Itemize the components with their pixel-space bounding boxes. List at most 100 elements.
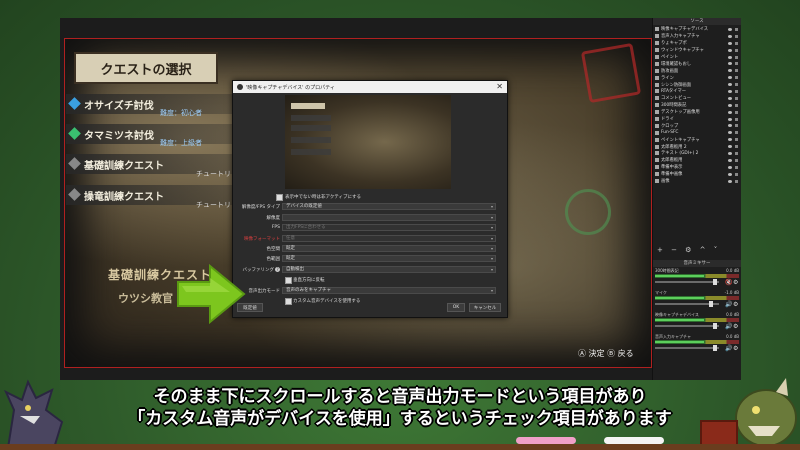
eye-icon[interactable] (728, 179, 732, 183)
source-item[interactable]: ウィンドウキャプチャ (653, 47, 741, 54)
speaker-muted-icon[interactable]: 🔇 (725, 279, 732, 286)
lock-icon[interactable] (735, 117, 738, 121)
help-icon[interactable]: ? (275, 266, 280, 272)
source-item[interactable]: 太郎看板用 (653, 157, 741, 164)
gear-icon[interactable]: ⚙ (733, 345, 738, 352)
lock-icon[interactable] (735, 96, 738, 100)
lock-icon[interactable] (735, 158, 738, 162)
select-field[interactable]: 音声のみをキャプチャ ▾ (282, 286, 496, 294)
eye-icon[interactable] (728, 41, 732, 45)
lock-icon[interactable] (735, 55, 738, 59)
quest-item-2[interactable]: タマミツネ討伐 (66, 124, 236, 144)
eye-icon[interactable] (728, 138, 732, 142)
source-item[interactable]: 環境確認もおし (653, 60, 741, 67)
eye-icon[interactable] (728, 62, 732, 66)
source-item[interactable]: 音声入力キャプチャ (653, 33, 741, 40)
eye-icon[interactable] (728, 165, 732, 169)
lock-icon[interactable] (735, 124, 738, 128)
eye-icon[interactable] (728, 103, 732, 107)
eye-icon[interactable] (728, 76, 732, 80)
source-item[interactable]: 画像 (653, 178, 741, 185)
source-item[interactable]: コメントビュー (653, 95, 741, 102)
speaker-icon[interactable]: 🔊 (725, 345, 732, 352)
eye-icon[interactable] (728, 158, 732, 162)
source-item[interactable]: Fun-SFC (653, 129, 741, 136)
source-item[interactable]: ペイントキャプチャ (653, 136, 741, 143)
eye-icon[interactable] (728, 48, 732, 52)
source-item[interactable]: 準備中表示 (653, 164, 741, 171)
lock-icon[interactable] (735, 145, 738, 149)
lock-icon[interactable] (735, 138, 738, 142)
lock-icon[interactable] (735, 34, 738, 38)
select-field[interactable]: 任意 ▾ (282, 234, 496, 242)
lock-icon[interactable] (735, 131, 738, 135)
checkbox[interactable] (276, 194, 283, 201)
eye-icon[interactable] (728, 83, 732, 87)
source-item[interactable]: シシン防御画面 (653, 81, 741, 88)
slider-handle[interactable] (709, 301, 713, 307)
eye-icon[interactable] (728, 28, 732, 31)
source-item[interactable]: 準備中画像 (653, 171, 741, 178)
eye-icon[interactable] (728, 145, 732, 149)
select-field[interactable]: ▾ (282, 213, 496, 221)
select-field[interactable]: 既定 ▾ (282, 255, 496, 263)
lock-icon[interactable] (735, 90, 738, 94)
source-item[interactable]: りょキャプポ (653, 40, 741, 47)
source-item[interactable]: 映像キャプチャデバイス (653, 26, 741, 33)
lock-icon[interactable] (735, 41, 738, 45)
gear-icon[interactable]: ⚙ (733, 323, 738, 330)
eye-icon[interactable] (728, 172, 732, 176)
eye-icon[interactable] (728, 69, 732, 73)
gear-icon[interactable]: ⚙ (733, 279, 738, 286)
eye-icon[interactable] (728, 96, 732, 100)
volume-slider[interactable] (655, 325, 719, 327)
quest-item-1[interactable]: オサイズチ討伐 (66, 94, 236, 114)
slider-handle[interactable] (713, 279, 717, 285)
lock-icon[interactable] (735, 165, 738, 169)
eye-icon[interactable] (728, 124, 732, 128)
slider-handle[interactable] (713, 345, 717, 351)
source-item[interactable]: 太郎看板用 2 (653, 143, 741, 150)
lock-icon[interactable] (735, 69, 738, 73)
lock-icon[interactable] (735, 110, 738, 114)
source-item[interactable]: テキスト (GDI+) 2 (653, 150, 741, 157)
eye-icon[interactable] (728, 34, 732, 38)
lock-icon[interactable] (735, 83, 738, 87)
lock-icon[interactable] (735, 179, 738, 183)
gear-icon[interactable]: ⚙ (733, 301, 738, 308)
speaker-icon[interactable]: 🔊 (725, 323, 732, 330)
sources-toolbar[interactable]: + − ⚙ ^ ˅ (657, 246, 720, 254)
eye-icon[interactable] (728, 90, 732, 94)
source-item[interactable]: クロップ (653, 122, 741, 129)
eye-icon[interactable] (728, 152, 732, 156)
volume-slider[interactable] (655, 281, 719, 283)
close-icon[interactable]: ✕ (496, 82, 503, 91)
cancel-button[interactable]: キャンセル (469, 303, 501, 312)
source-item[interactable]: 300時間表記 (653, 102, 741, 109)
source-item[interactable]: 防攻画面 (653, 67, 741, 74)
lock-icon[interactable] (735, 48, 738, 52)
lock-icon[interactable] (735, 28, 738, 31)
lock-icon[interactable] (735, 76, 738, 80)
select-field[interactable]: 既定 ▾ (282, 244, 496, 252)
lock-icon[interactable] (735, 103, 738, 107)
source-item[interactable]: ドライ (653, 116, 741, 123)
eye-icon[interactable] (728, 131, 732, 135)
checkbox[interactable] (285, 277, 292, 285)
source-item[interactable]: デスクトップ画像用 (653, 109, 741, 116)
eye-icon[interactable] (728, 117, 732, 121)
speaker-icon[interactable]: 🔊 (725, 301, 732, 308)
select-field[interactable]: デバイスの既定値 ▾ (282, 203, 496, 211)
slider-handle[interactable] (713, 323, 717, 329)
volume-slider[interactable] (655, 347, 719, 349)
select-field[interactable]: 自動検出 ▾ (282, 265, 496, 273)
source-item[interactable]: RTAタイマー (653, 88, 741, 95)
eye-icon[interactable] (728, 55, 732, 59)
lock-icon[interactable] (735, 62, 738, 66)
lock-icon[interactable] (735, 152, 738, 156)
source-item[interactable]: ライン (653, 74, 741, 81)
lock-icon[interactable] (735, 172, 738, 176)
eye-icon[interactable] (728, 110, 732, 114)
source-item[interactable]: ペイント (653, 54, 741, 61)
ok-button[interactable]: OK (447, 303, 465, 312)
